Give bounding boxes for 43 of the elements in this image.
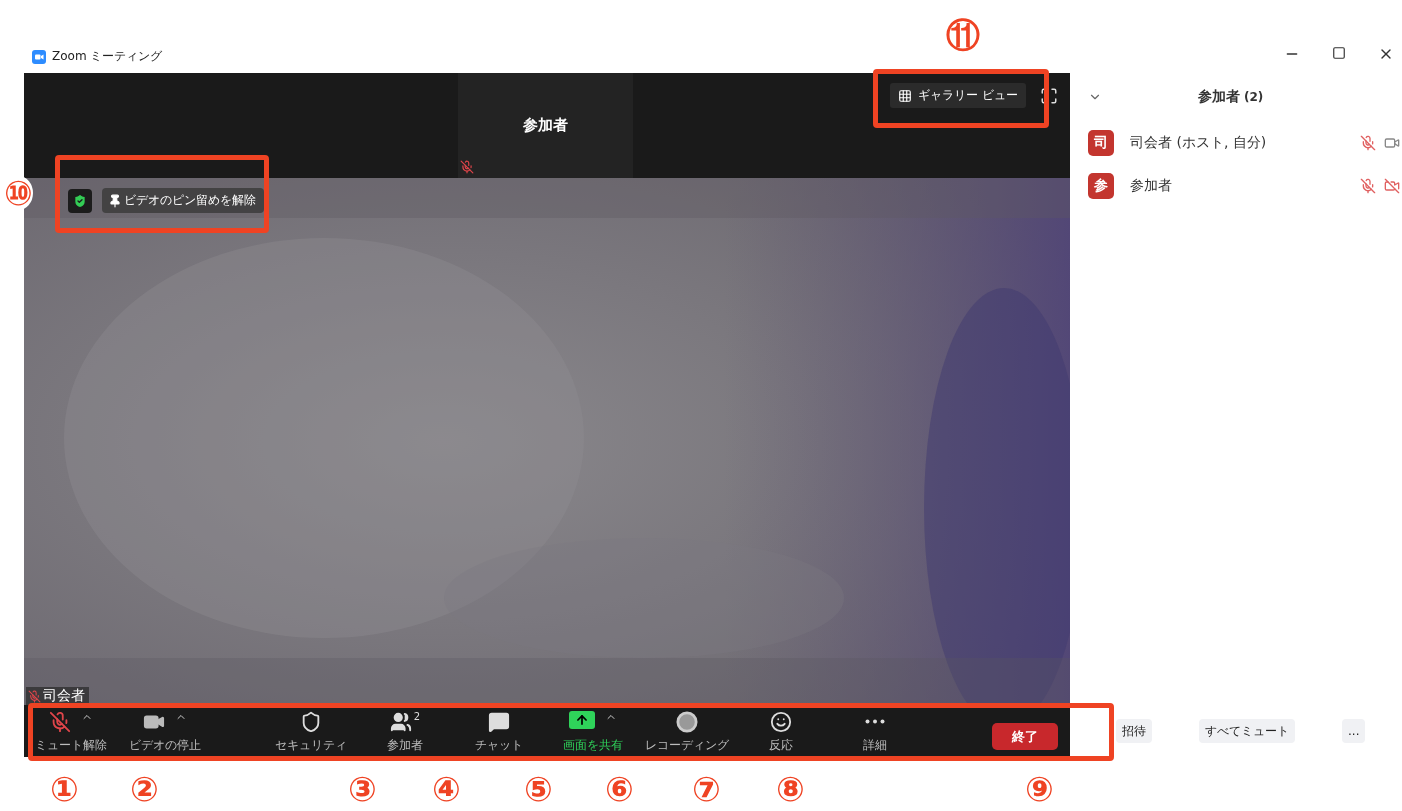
shield-icon [300, 711, 322, 733]
window-title: Zoom ミーティング [52, 48, 163, 65]
panel-button[interactable]: ... [1342, 719, 1366, 743]
chat-bubble-icon [488, 711, 510, 733]
fullscreen-icon[interactable] [1040, 87, 1058, 105]
app-logo-icon [32, 49, 46, 64]
panel-title: 参加者 [1198, 88, 1240, 106]
record-icon [676, 711, 698, 733]
participant-name: 参加者 [523, 116, 568, 135]
participant-name: 司会者 (ホスト, 自分) [1130, 133, 1267, 152]
panel-button[interactable]: すべてミュート [1199, 719, 1295, 743]
participant-name: 参加者 [1130, 176, 1172, 195]
grid-icon [898, 88, 913, 103]
pin-icon [108, 193, 122, 208]
annotation-number: ⑪ [946, 18, 980, 52]
toolbar-button[interactable]: 反応 [734, 705, 828, 757]
smiley-icon [770, 711, 792, 733]
toolbar-button[interactable]: 2 参加者 [358, 705, 452, 757]
avatar: 司 [1088, 129, 1114, 156]
end-meeting-button[interactable]: 終了 [992, 723, 1058, 750]
camera-off-icon [1384, 177, 1400, 194]
toolbar-button[interactable]: セキュリティ [264, 705, 358, 757]
unpin-video-button[interactable]: ビデオのピン留めを解除 [102, 188, 264, 213]
people-icon [389, 711, 412, 733]
panel-button[interactable]: 招待 [1116, 719, 1152, 743]
muted-mic-icon [1360, 177, 1376, 194]
toolbar-button[interactable]: 詳細 [828, 705, 922, 757]
ellipsis-icon [865, 719, 885, 724]
maximize-icon[interactable] [1332, 46, 1346, 60]
participant-count: (2) [1244, 90, 1264, 104]
toolbar-button[interactable]: チャット [452, 705, 546, 757]
avatar: 参 [1088, 172, 1114, 199]
video-name-label: 司会者 [26, 687, 89, 705]
muted-mic-icon [49, 711, 71, 733]
toolbar-button[interactable]: ミュート解除 [24, 705, 118, 757]
gallery-view-button[interactable]: ギャラリー ビュー [890, 83, 1026, 108]
toolbar-button[interactable]: ビデオの停止 [118, 705, 212, 757]
toolbar-button[interactable]: レコーディング [640, 705, 734, 757]
share-screen-icon [569, 711, 595, 729]
encryption-shield-icon [68, 188, 92, 213]
toolbar-button[interactable]: 画面を共有 [546, 705, 640, 757]
muted-mic-icon [1360, 134, 1376, 151]
annotation-number: ⑩ [4, 176, 33, 210]
